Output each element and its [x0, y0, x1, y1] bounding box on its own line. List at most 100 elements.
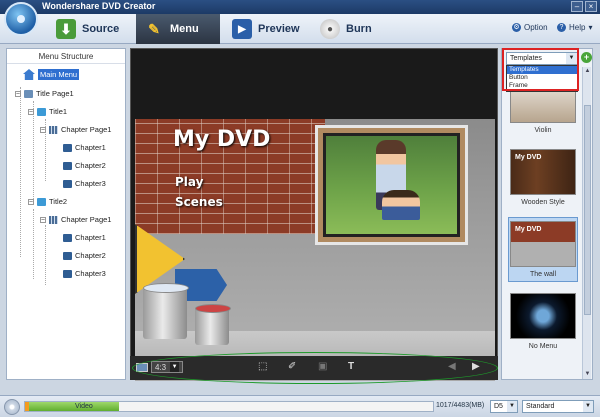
collapse-icon[interactable]: –: [15, 90, 21, 97]
tab-source[interactable]: ⬇ Source: [48, 14, 132, 44]
template-card-no-menu[interactable]: No Menu: [508, 293, 578, 350]
monitor-icon: [136, 362, 148, 372]
tree-item-title-page[interactable]: – Title Page1: [15, 89, 74, 98]
capacity-marker: [25, 402, 29, 411]
menu-title-text[interactable]: My DVD: [173, 127, 270, 152]
paint-can-decoration: [195, 304, 231, 345]
tree-item-chapter[interactable]: Chapter2: [63, 161, 106, 170]
tree-item-label: Chapter1: [75, 143, 106, 152]
capacity-label: Video: [75, 403, 93, 410]
collapse-icon[interactable]: –: [40, 216, 46, 223]
tree-item-label: Chapter Page1: [61, 125, 112, 134]
menu-thumbnail-image: [323, 133, 460, 237]
tree-item-title1[interactable]: – Title1: [28, 107, 67, 116]
tab-preview[interactable]: ▶ Preview: [224, 14, 308, 44]
help-button[interactable]: ? Help ▾: [557, 23, 592, 32]
filmstrip-icon: [49, 125, 58, 134]
tree-line: [33, 209, 34, 279]
collapse-icon[interactable]: –: [40, 126, 46, 133]
close-button[interactable]: ×: [585, 1, 597, 12]
tree-item-chapter-page[interactable]: – Chapter Page1: [40, 125, 111, 134]
menu-canvas[interactable]: My DVD Play Scenes: [135, 119, 495, 381]
capacity-size-text: 1017/4483(MB): [436, 402, 485, 409]
paint-can-decoration: [143, 283, 189, 339]
tab-burn[interactable]: ● Burn: [312, 14, 396, 44]
arrow-right-icon[interactable]: ▶: [472, 361, 480, 372]
image-icon[interactable]: ▣: [318, 361, 327, 372]
menu-structure-panel: Menu Structure Main Menu – Title Page1 –…: [6, 48, 126, 380]
tree-item-label: Chapter3: [75, 269, 106, 278]
disc-icon: [4, 399, 20, 415]
disc-icon: ●: [320, 19, 340, 39]
tree-item-label: Title Page1: [36, 89, 74, 98]
minimize-button[interactable]: –: [571, 1, 583, 12]
tree-item-label: Chapter2: [75, 251, 106, 260]
templates-panel: Templates ▼ Templates Button Frame + Vio…: [501, 48, 593, 380]
option-label: Option: [524, 23, 548, 32]
tree-item-main-menu[interactable]: Main Menu: [23, 69, 80, 80]
template-card-violin[interactable]: Violin: [508, 89, 578, 134]
add-text-icon[interactable]: T: [348, 361, 354, 372]
tree-item-chapter[interactable]: Chapter1: [63, 233, 106, 242]
quality-select[interactable]: Standard ▼: [522, 400, 594, 413]
tab-menu[interactable]: ✎ Menu: [136, 14, 220, 44]
thumbnail-text: My DVD: [515, 226, 542, 233]
option-button[interactable]: ⚙ Option: [512, 23, 548, 32]
wand-icon: ✎: [148, 20, 160, 37]
tree-item-chapter[interactable]: Chapter2: [63, 251, 106, 260]
menu-play-button[interactable]: Play: [175, 175, 203, 189]
help-icon: ?: [557, 23, 566, 32]
filmstrip-icon: [49, 215, 58, 224]
arrow-left-icon[interactable]: ◀: [448, 361, 456, 372]
capacity-fill: [25, 402, 119, 411]
child-figure: [382, 190, 420, 220]
window-controls: – ×: [571, 1, 597, 12]
aspect-ratio-select[interactable]: 4:3 ▼: [151, 361, 184, 373]
tree-line: [45, 225, 46, 285]
gear-icon: ⚙: [512, 23, 521, 32]
tree-line: [20, 87, 21, 257]
disc-type-select[interactable]: D5 ▼: [490, 400, 518, 413]
app-logo-icon: [4, 2, 38, 36]
tab-menu-label: Menu: [170, 23, 199, 35]
aspect-ratio-value: 4:3: [155, 362, 167, 372]
menu-scenes-button[interactable]: Scenes: [175, 195, 223, 209]
tree-item-chapter[interactable]: Chapter1: [63, 143, 106, 152]
tab-preview-label: Preview: [258, 23, 300, 35]
tree-item-chapter[interactable]: Chapter3: [63, 179, 106, 188]
quality-value: Standard: [526, 403, 555, 410]
chapter-icon: [63, 143, 72, 152]
chevron-down-icon: ▼: [170, 362, 180, 372]
aspect-ratio-control[interactable]: 4:3 ▼: [136, 361, 184, 373]
chapter-icon: [63, 251, 72, 260]
photo-frame[interactable]: [315, 125, 468, 245]
templates-scrollbar[interactable]: ▲ ▼: [582, 67, 591, 379]
template-card-wooden-style[interactable]: My DVD Wooden Style: [508, 149, 578, 206]
tree-item-chapter[interactable]: Chapter3: [63, 269, 106, 278]
film-icon: ▶: [232, 19, 252, 39]
template-thumbnail: [510, 293, 576, 339]
tree-item-chapter-page[interactable]: – Chapter Page1: [40, 215, 111, 224]
scroll-down-icon[interactable]: ▼: [583, 370, 592, 379]
template-thumbnail: My DVD: [510, 149, 576, 195]
chevron-down-icon: ▼: [507, 401, 517, 412]
chapter-icon: [63, 179, 72, 188]
add-icon[interactable]: +: [581, 52, 592, 63]
scroll-up-icon[interactable]: ▲: [583, 67, 592, 76]
template-card-the-wall[interactable]: My DVD The wall: [508, 217, 578, 282]
tab-burn-label: Burn: [346, 23, 372, 35]
folder-icon: [37, 107, 46, 116]
chevron-down-icon: ▾: [588, 23, 593, 32]
download-icon: ⬇: [56, 19, 76, 39]
collapse-icon[interactable]: –: [28, 198, 34, 205]
edit-frame-icon[interactable]: ✐: [288, 361, 296, 372]
tree-item-label: Chapter1: [75, 233, 106, 242]
tree-item-label: Chapter Page1: [61, 215, 112, 224]
select-area-icon[interactable]: ⬚: [258, 361, 267, 372]
preview-controls: 4:3 ▼ ⬚ ✐ ▣ T ◀ ▶: [130, 356, 498, 380]
collapse-icon[interactable]: –: [28, 108, 34, 115]
tab-source-label: Source: [82, 23, 120, 35]
tree-item-label: Title2: [49, 197, 68, 206]
scrollbar-thumb[interactable]: [584, 105, 591, 315]
tree-item-title2[interactable]: – Title2: [28, 197, 67, 206]
